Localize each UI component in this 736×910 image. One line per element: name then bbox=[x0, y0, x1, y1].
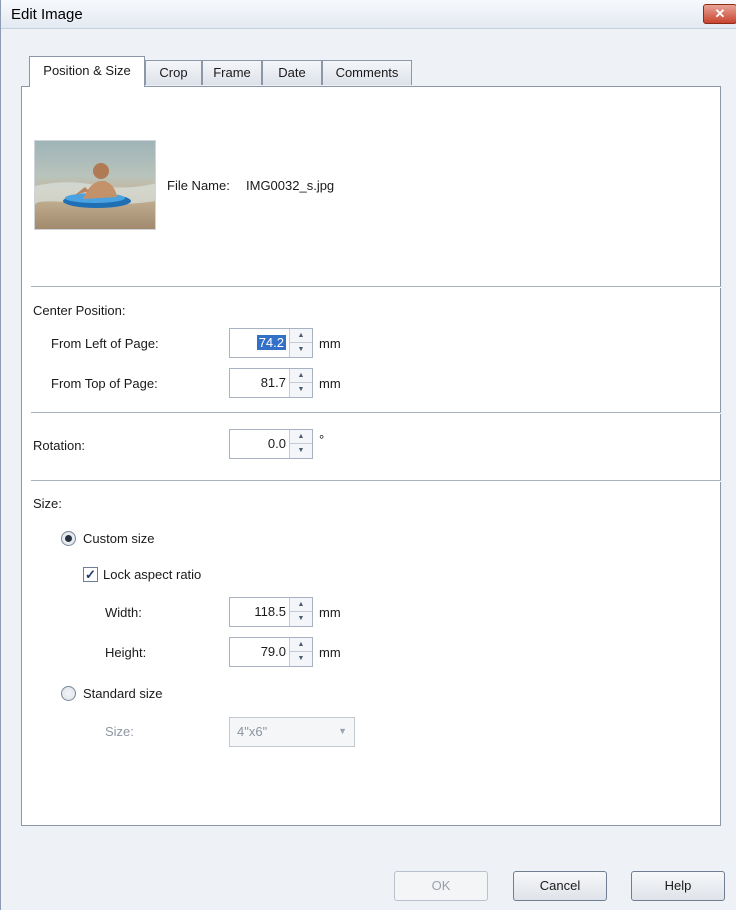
close-button[interactable]: ✕ bbox=[703, 4, 736, 24]
tab-comments[interactable]: Comments bbox=[322, 60, 412, 85]
spin-down-icon[interactable]: ▼ bbox=[290, 612, 312, 626]
spin-up-icon[interactable]: ▲ bbox=[290, 329, 312, 343]
from-left-label: From Left of Page: bbox=[51, 336, 159, 351]
rotation-value[interactable]: 0.0 bbox=[268, 436, 286, 451]
divider bbox=[31, 412, 721, 414]
from-left-spin-buttons: ▲ ▼ bbox=[289, 329, 312, 357]
height-value[interactable]: 79.0 bbox=[261, 644, 286, 659]
tab-position-size[interactable]: Position & Size bbox=[29, 56, 145, 87]
file-name-value: IMG0032_s.jpg bbox=[246, 178, 335, 193]
tab-crop[interactable]: Crop bbox=[145, 60, 202, 85]
chevron-down-icon: ▼ bbox=[338, 726, 347, 736]
center-position-heading: Center Position: bbox=[33, 303, 126, 318]
standard-size-select-label: Size: bbox=[105, 724, 134, 739]
standard-size-select-value: 4"x6" bbox=[237, 724, 268, 739]
close-icon: ✕ bbox=[714, 6, 726, 21]
height-spinner[interactable]: 79.0 ▲ ▼ bbox=[229, 637, 313, 667]
cancel-button[interactable]: Cancel bbox=[513, 871, 607, 901]
file-name-label: File Name: bbox=[167, 178, 230, 193]
custom-size-radio[interactable] bbox=[61, 531, 76, 546]
spin-up-icon[interactable]: ▲ bbox=[290, 369, 312, 383]
custom-size-label[interactable]: Custom size bbox=[83, 531, 155, 546]
tab-frame[interactable]: Frame bbox=[202, 60, 262, 85]
rotation-label: Rotation: bbox=[33, 438, 86, 453]
width-unit: mm bbox=[319, 605, 341, 620]
from-left-unit: mm bbox=[319, 336, 341, 351]
from-top-spinner[interactable]: 81.7 ▲ ▼ bbox=[229, 368, 313, 398]
lock-aspect-label[interactable]: Lock aspect ratio bbox=[103, 567, 201, 582]
from-top-spin-buttons: ▲ ▼ bbox=[289, 369, 312, 397]
size-heading: Size: bbox=[33, 496, 62, 511]
spin-down-icon[interactable]: ▼ bbox=[290, 652, 312, 666]
rotation-unit: ° bbox=[319, 432, 325, 447]
tab-date[interactable]: Date bbox=[262, 60, 322, 85]
rotation-spinner[interactable]: 0.0 ▲ ▼ bbox=[229, 429, 313, 459]
width-label: Width: bbox=[105, 605, 142, 620]
spin-up-icon[interactable]: ▲ bbox=[290, 598, 312, 612]
spin-down-icon[interactable]: ▼ bbox=[290, 444, 312, 458]
standard-size-select[interactable]: 4"x6" ▼ bbox=[229, 717, 355, 747]
spin-down-icon[interactable]: ▼ bbox=[290, 383, 312, 397]
width-value[interactable]: 118.5 bbox=[254, 604, 286, 619]
divider bbox=[31, 480, 721, 482]
height-spin-buttons: ▲ ▼ bbox=[289, 638, 312, 666]
lock-aspect-checkbox[interactable]: ✓ bbox=[83, 567, 98, 582]
divider bbox=[31, 286, 721, 288]
standard-size-label[interactable]: Standard size bbox=[83, 686, 163, 701]
spin-down-icon[interactable]: ▼ bbox=[290, 343, 312, 357]
standard-size-radio[interactable] bbox=[61, 686, 76, 701]
help-button[interactable]: Help bbox=[631, 871, 725, 901]
spin-up-icon[interactable]: ▲ bbox=[290, 638, 312, 652]
image-thumbnail bbox=[34, 140, 156, 230]
edit-image-dialog: Edit Image ✕ Position & Size Crop Frame … bbox=[0, 0, 736, 910]
checkmark-icon: ✓ bbox=[85, 567, 96, 582]
dialog-title: Edit Image bbox=[11, 6, 83, 23]
rotation-spin-buttons: ▲ ▼ bbox=[289, 430, 312, 458]
width-spin-buttons: ▲ ▼ bbox=[289, 598, 312, 626]
title-bar: Edit Image ✕ bbox=[1, 0, 736, 29]
ok-button[interactable]: OK bbox=[394, 871, 488, 901]
from-top-value[interactable]: 81.7 bbox=[261, 375, 286, 390]
from-left-spinner[interactable]: 74.2 ▲ ▼ bbox=[229, 328, 313, 358]
width-spinner[interactable]: 118.5 ▲ ▼ bbox=[229, 597, 313, 627]
photo-icon bbox=[35, 163, 155, 208]
height-label: Height: bbox=[105, 645, 147, 660]
from-left-value[interactable]: 74.2 bbox=[256, 335, 286, 350]
height-unit: mm bbox=[319, 645, 341, 660]
spin-up-icon[interactable]: ▲ bbox=[290, 430, 312, 444]
from-top-unit: mm bbox=[319, 376, 341, 391]
from-top-label: From Top of Page: bbox=[51, 376, 158, 391]
